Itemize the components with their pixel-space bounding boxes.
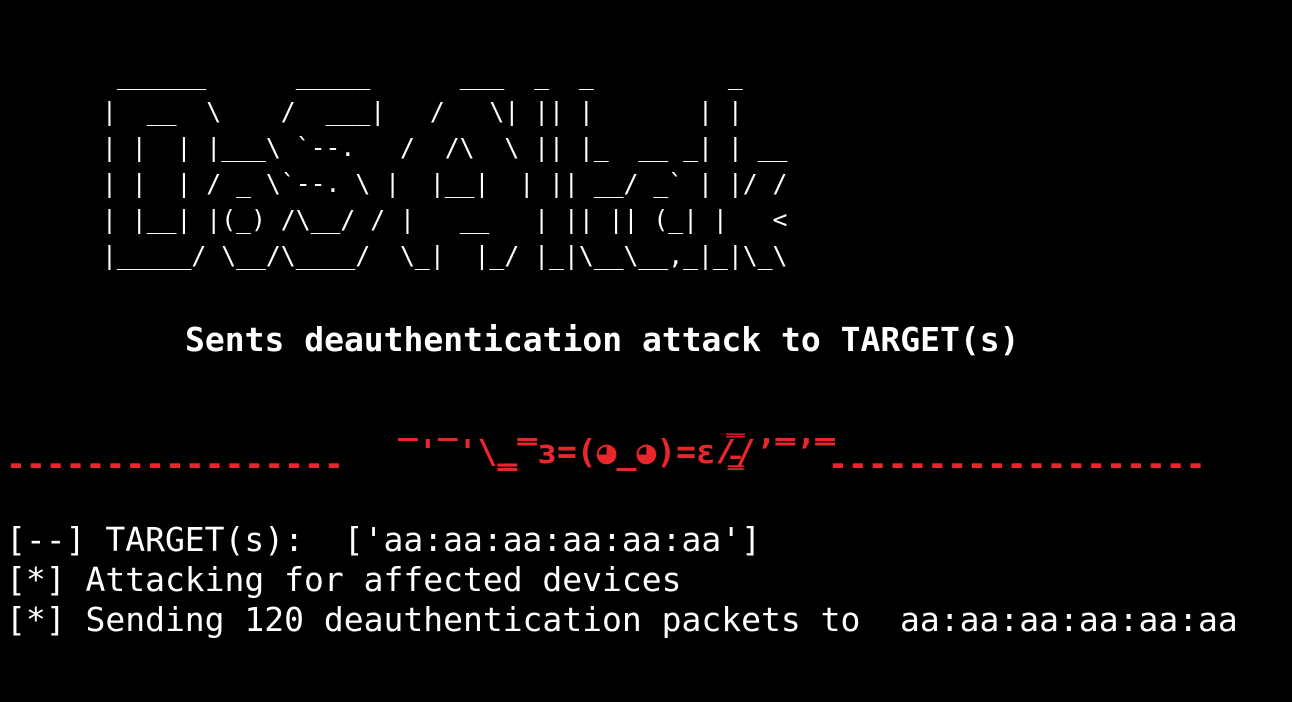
ascii-art-banner: ______ _____ ___ _ _ _ | __ \ / ___| / \… (102, 61, 788, 270)
log-line-sending: [*] Sending 120 deauthentication packets… (6, 600, 1238, 639)
output-log: [--] TARGET(s): ['aa:aa:aa:aa:aa:aa'] [*… (6, 520, 1238, 640)
section-divider: ----------------- ‾'‾'\̳̿з=(◕_◕)=ε/̵͇̿̿/… (0, 432, 1292, 492)
divider-left-dashes: ----------------- (6, 444, 344, 483)
banner-subtitle: Sents deauthentication attack to TARGET(… (185, 320, 1020, 359)
divider-right-dashes: ------------------- (828, 444, 1206, 483)
terminal-window[interactable]: ______ _____ ___ _ _ _ | __ \ / ___| / \… (0, 0, 1292, 702)
log-line-targets: [--] TARGET(s): ['aa:aa:aa:aa:aa:aa'] (6, 520, 761, 559)
divider-kaomoji: ‾'‾'\̳̿з=(◕_◕)=ε/̵͇̿̿/’̿’̿ (398, 432, 836, 471)
log-line-attacking: [*] Attacking for affected devices (6, 560, 682, 599)
